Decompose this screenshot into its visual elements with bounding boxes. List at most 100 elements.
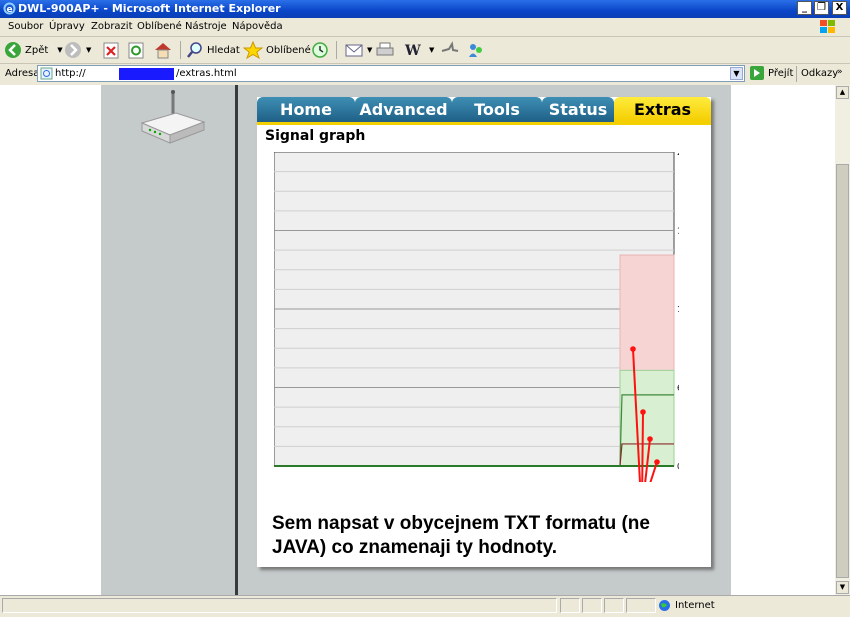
tab-bar: Home Advanced Tools Status Extras (257, 97, 711, 124)
annotation-arrow (641, 411, 644, 482)
tab-advanced[interactable]: Advanced (355, 97, 452, 122)
tab-tools[interactable]: Tools (452, 97, 542, 122)
menu-favorites[interactable]: Oblíbené (137, 21, 182, 32)
scroll-up-icon[interactable]: ▲ (836, 86, 849, 99)
ie-logo-icon: e (3, 2, 16, 15)
back-dropdown-icon[interactable]: ▼ (57, 46, 62, 54)
windows-flag-icon (820, 20, 835, 33)
refresh-icon (128, 42, 144, 59)
status-bar: Internet (0, 595, 850, 617)
word-icon: W (404, 43, 421, 59)
address-url-prefix: http:// (55, 68, 86, 79)
tab-home[interactable]: Home (257, 97, 355, 122)
y-tick-label: 128 (677, 305, 679, 314)
globe-icon (659, 600, 670, 611)
home-button[interactable] (153, 39, 173, 61)
window-title: DWL-900AP+ - Microsoft Internet Explorer (18, 2, 281, 15)
svg-text:e: e (7, 5, 13, 15)
browser-viewport: Home Advanced Tools Status Extras Signal… (0, 85, 835, 595)
address-url-suffix: /extras.html (176, 68, 237, 79)
annotation-note: Sem napsat v obycejnem TXT formatu (ne J… (272, 513, 650, 558)
scroll-down-icon[interactable]: ▼ (836, 581, 849, 594)
search-label: Hledat (207, 44, 240, 56)
annotation-arrow (644, 472, 679, 482)
router-image-icon (140, 90, 206, 144)
status-cell (604, 598, 624, 613)
discuss-icon (441, 41, 459, 52)
go-arrow-icon (750, 66, 764, 80)
home-icon (155, 43, 171, 59)
y-tick-label: 192 (677, 227, 679, 236)
favorites-button[interactable]: Oblíbené (243, 39, 311, 61)
address-input[interactable]: http:// /extras.html ▼ (37, 65, 745, 82)
favorites-label: Oblíbené (266, 44, 311, 56)
print-button[interactable] (375, 39, 395, 61)
menu-view[interactable]: Zobrazit (91, 21, 133, 32)
status-cell (560, 598, 580, 613)
messenger-button[interactable] (466, 39, 486, 61)
menu-help[interactable]: Nápověda (232, 21, 283, 32)
signal-graph: 256 192 128 64 0 (274, 152, 679, 482)
print-icon (376, 42, 394, 56)
mail-button[interactable]: ▼ (344, 39, 372, 61)
y-tick-label: 0 (677, 462, 679, 471)
favorites-star-icon (243, 41, 263, 59)
links-chevron-icon[interactable]: » (837, 67, 843, 77)
close-button[interactable]: X (832, 1, 847, 15)
standard-toolbar: Zpět ▼ ▼ Hledat Oblíbené ▼ W ▼ (0, 37, 850, 64)
forward-dropdown-icon[interactable]: ▼ (86, 46, 91, 54)
address-dropdown-icon[interactable]: ▼ (730, 67, 743, 80)
status-cell (582, 598, 602, 613)
mail-dropdown-icon[interactable]: ▼ (367, 46, 372, 54)
back-label: Zpět (25, 44, 49, 56)
forward-arrow-icon (65, 42, 81, 58)
page-icon (40, 67, 53, 80)
window-title-bar[interactable]: e DWL-900AP+ - Microsoft Internet Explor… (0, 0, 850, 18)
scroll-thumb[interactable] (836, 164, 849, 578)
search-button[interactable]: Hledat (186, 39, 240, 61)
minimize-button[interactable]: _ (797, 1, 812, 15)
messenger-icon (469, 44, 482, 57)
vertical-scrollbar[interactable]: ▲ ▼ (835, 85, 850, 595)
links-button[interactable]: Odkazy (801, 68, 838, 79)
go-button[interactable]: Přejít (750, 66, 793, 80)
tab-extras[interactable]: Extras (614, 97, 711, 122)
address-bar: Adresa http:// /extras.html ▼ Přejít Odk… (0, 64, 850, 84)
go-label: Přejít (768, 67, 794, 79)
annotation-dot (654, 459, 660, 465)
tab-underline (257, 122, 711, 125)
discuss-button[interactable] (440, 39, 460, 61)
signal-band-green (619, 369, 675, 467)
back-arrow-icon (5, 42, 21, 58)
maximize-button[interactable]: ❐ (814, 1, 829, 15)
annotation-dot (630, 346, 636, 352)
menu-bar: Soubor Úpravy Zobrazit Oblíbené Nástroje… (0, 18, 850, 37)
history-button[interactable] (310, 39, 330, 61)
menu-file[interactable]: Soubor (8, 21, 43, 32)
stop-button[interactable] (103, 39, 119, 61)
tab-status[interactable]: Status (542, 97, 614, 122)
svg-text:W: W (404, 43, 421, 59)
menu-tools[interactable]: Nástroje (185, 21, 227, 32)
refresh-button[interactable] (128, 39, 144, 61)
content-panel: Home Advanced Tools Status Extras Signal… (257, 97, 711, 567)
zone-label: Internet (675, 600, 715, 611)
annotation-dot (640, 409, 646, 415)
section-title: Signal graph (265, 128, 366, 144)
redacted-host (119, 68, 174, 80)
back-button[interactable]: Zpět ▼ (4, 39, 63, 61)
y-tick-label: 64 (677, 384, 679, 393)
left-column (101, 85, 235, 595)
forward-button[interactable]: ▼ (64, 39, 91, 61)
mail-icon (345, 44, 363, 57)
annotation-dot (647, 436, 653, 442)
menu-edit[interactable]: Úpravy (49, 21, 85, 32)
status-cell (626, 598, 656, 613)
stop-icon (103, 42, 119, 59)
history-icon (312, 42, 328, 58)
edit-word-button[interactable]: W ▼ (403, 39, 434, 61)
edit-dropdown-icon[interactable]: ▼ (429, 46, 434, 54)
status-text-area (2, 598, 557, 613)
search-icon (187, 42, 202, 58)
address-label: Adresa (5, 68, 40, 79)
